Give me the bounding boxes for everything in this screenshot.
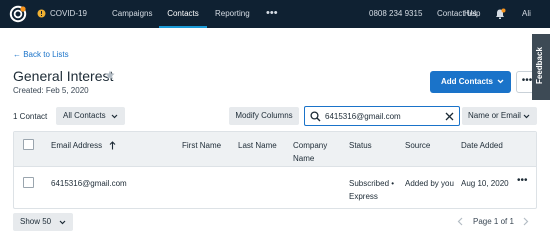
page-size-label: Show 50	[20, 217, 52, 226]
column-source[interactable]: Source	[405, 140, 430, 151]
nav-reporting[interactable]: Reporting	[215, 0, 250, 28]
row-checkbox[interactable]	[23, 177, 34, 188]
search-field[interactable]	[304, 106, 460, 126]
back-to-lists-link[interactable]: ← Back to Lists	[13, 50, 69, 59]
column-email-address[interactable]: Email Address	[51, 140, 102, 151]
nav-campaigns[interactable]: Campaigns	[112, 0, 152, 28]
nav-user-name[interactable]: Ali	[522, 0, 531, 28]
column-status[interactable]: Status	[349, 140, 372, 151]
chevron-down-icon	[497, 79, 504, 84]
feedback-tab[interactable]: Feedback	[532, 34, 550, 100]
select-all-checkbox[interactable]	[23, 139, 34, 150]
row-status-line2: Express	[349, 192, 378, 201]
table-row: 6415316@gmail.com Subscribed • Express A…	[14, 168, 536, 208]
created-date: Created: Feb 5, 2020	[13, 86, 89, 95]
contact-filter-dropdown[interactable]: All Contacts	[56, 107, 125, 125]
row-status: Subscribed • Express	[349, 178, 394, 202]
row-email[interactable]: 6415316@gmail.com	[51, 178, 127, 189]
add-contacts-button[interactable]: Add Contacts	[430, 71, 511, 93]
sort-ascending-icon[interactable]	[109, 141, 116, 150]
notification-bell-icon[interactable]	[494, 8, 506, 20]
search-input[interactable]	[325, 110, 443, 122]
nav-more-menu[interactable]: •••	[266, 0, 278, 28]
chevron-down-icon	[59, 220, 66, 225]
row-more-actions-button[interactable]: •••	[517, 175, 528, 186]
previous-page-icon[interactable]	[457, 217, 463, 226]
feedback-label: Feedback	[535, 47, 544, 84]
search-icon	[310, 111, 321, 122]
row-status-line1: Subscribed •	[349, 179, 395, 188]
page-indicator: Page 1 of 1	[473, 217, 514, 226]
nav-covid-19[interactable]: COVID-19	[50, 0, 87, 28]
favorite-star-icon[interactable]	[105, 70, 115, 80]
search-scope-label: Name or Email	[468, 111, 521, 120]
contact-filter-label: All Contacts	[63, 111, 106, 120]
column-date-added[interactable]: Date Added	[461, 140, 503, 151]
column-company-line2: Name	[293, 154, 315, 163]
row-source: Added by you	[405, 179, 454, 188]
column-company-name[interactable]: Company Name	[293, 140, 327, 164]
nav-help[interactable]: Help	[464, 0, 480, 28]
column-company-line1: Company	[293, 141, 328, 150]
contact-count: 1 Contact	[13, 112, 48, 121]
chevron-down-icon	[523, 114, 530, 119]
nav-phone-number: 0808 234 9315	[369, 9, 423, 18]
column-last-name[interactable]: Last Name	[238, 140, 277, 151]
nav-contacts[interactable]: Contacts	[159, 0, 207, 28]
column-first-name[interactable]: First Name	[182, 140, 221, 151]
row-date-added: Aug 10, 2020	[461, 179, 509, 188]
page-size-dropdown[interactable]: Show 50	[13, 213, 73, 231]
table-header: Email Address First Name Last Name Compa…	[14, 132, 536, 167]
add-contacts-label: Add Contacts	[441, 77, 493, 86]
top-nav: COVID-19 Campaigns Contacts Reporting ••…	[0, 0, 550, 28]
chevron-down-icon	[111, 114, 118, 119]
search-scope-dropdown[interactable]: Name or Email	[462, 107, 537, 125]
brand-logo-icon[interactable]	[9, 5, 27, 23]
modify-columns-button[interactable]: Modify Columns	[229, 107, 299, 125]
clear-search-icon[interactable]	[445, 112, 454, 121]
contacts-table: Email Address First Name Last Name Compa…	[13, 131, 537, 209]
page-title: General Interest	[13, 68, 114, 84]
next-page-icon[interactable]	[523, 217, 529, 226]
